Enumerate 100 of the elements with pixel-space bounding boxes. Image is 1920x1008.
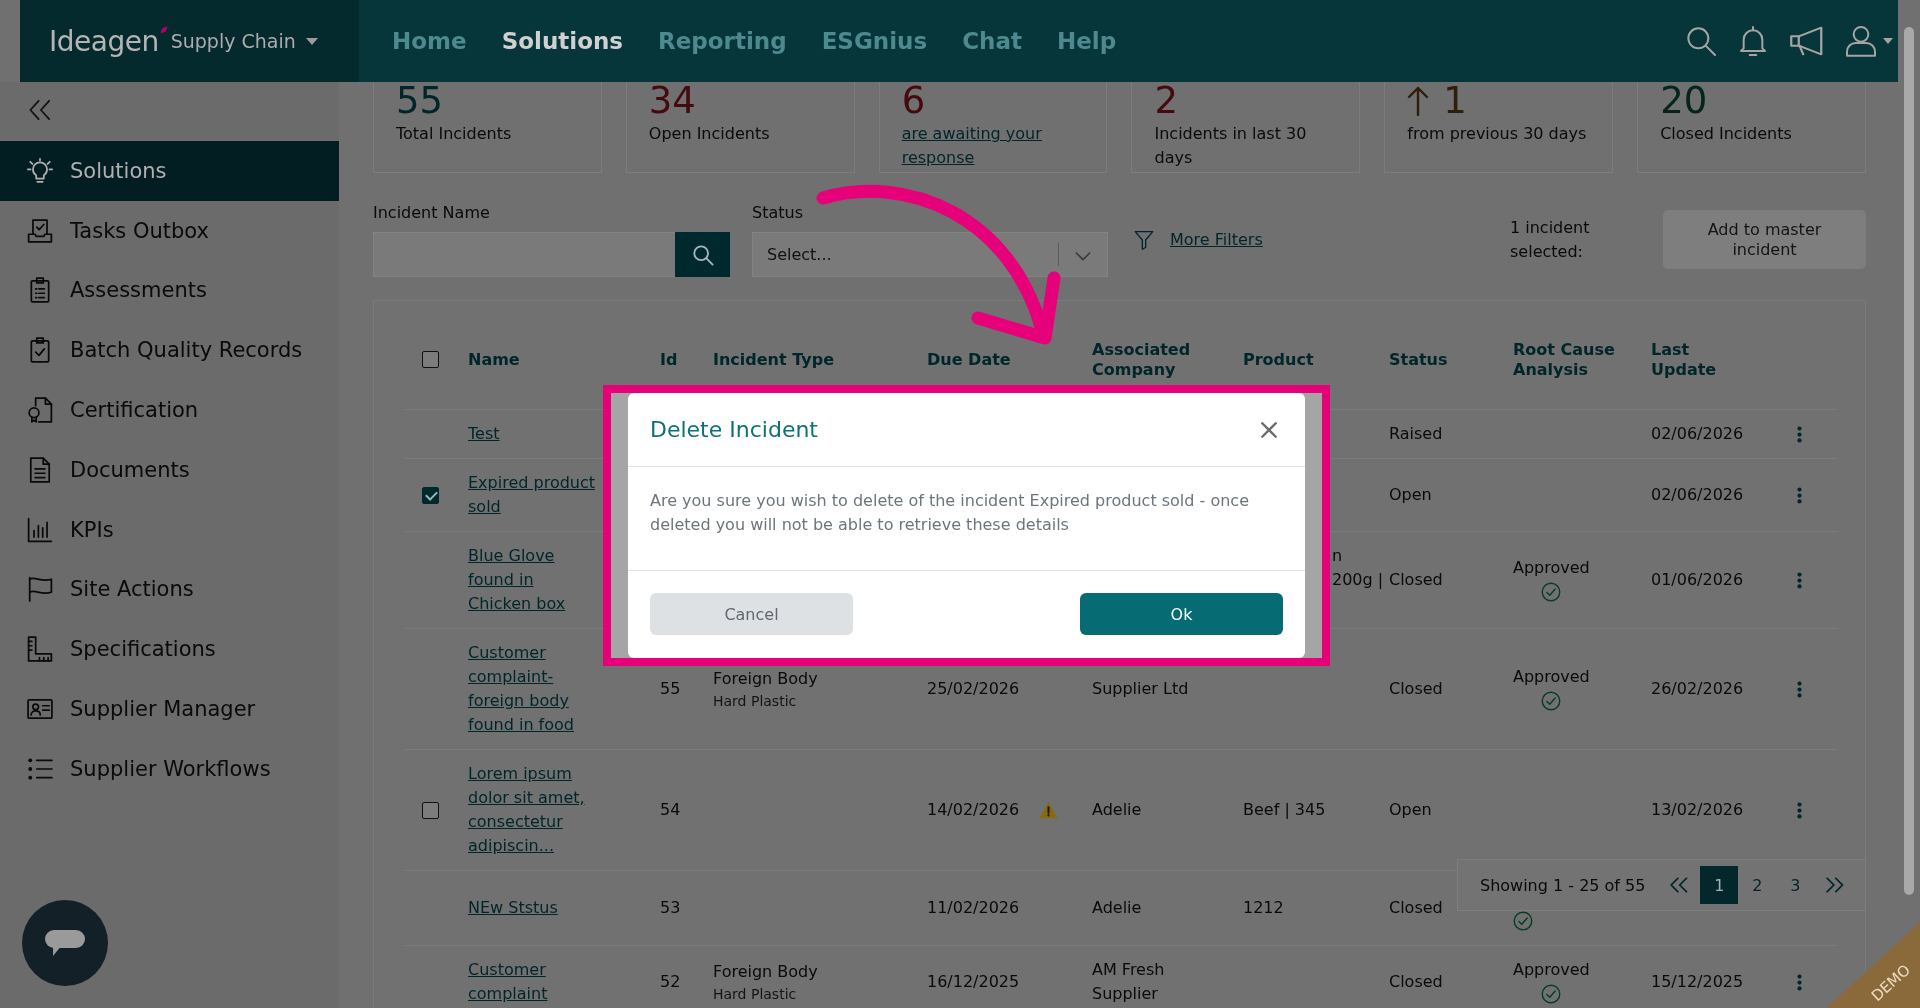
user-menu-button[interactable] — [1845, 25, 1893, 57]
sidebar-item[interactable]: Certification — [0, 380, 339, 440]
bell-icon — [1737, 25, 1769, 57]
double-chevron-left-icon[interactable] — [29, 99, 51, 121]
page-link[interactable]: 2 — [1738, 866, 1777, 904]
scrollbar-thumb[interactable] — [1904, 27, 1914, 895]
filter-icon — [1134, 229, 1154, 250]
product-text: 200g | — [1332, 569, 1384, 591]
sidebar-item[interactable]: Site Actions — [0, 559, 339, 620]
incident-status: Closed — [1389, 897, 1443, 919]
sidebar-item[interactable]: Specifications — [0, 619, 339, 680]
logo-mark-icon — [159, 26, 168, 34]
incident-id: 52 — [660, 971, 681, 993]
cancel-button[interactable]: Cancel — [650, 593, 853, 635]
rca-status: Approved — [1513, 666, 1590, 688]
page-link[interactable]: 1 — [1700, 866, 1739, 904]
checkbox[interactable] — [422, 801, 439, 819]
nav-link[interactable]: Home — [392, 28, 467, 54]
kebab-menu-icon[interactable] — [1797, 486, 1802, 504]
sidebar-item[interactable]: Documents — [0, 440, 339, 500]
nav-link[interactable]: Solutions — [501, 28, 623, 54]
add-to-master-button[interactable]: Add to master incident — [1663, 210, 1866, 269]
stat-link[interactable]: are awaiting your response — [901, 122, 1093, 170]
kebab-menu-icon[interactable] — [1797, 801, 1802, 819]
chat-bubble-icon — [45, 930, 85, 956]
sidebar-item[interactable]: Supplier Workflows — [0, 738, 339, 799]
sidebar-item[interactable]: Solutions — [0, 141, 339, 201]
sidebar-item[interactable]: Supplier Manager — [0, 679, 339, 739]
sidebar-item[interactable]: Batch Quality Records — [0, 320, 339, 381]
kebab-menu-icon[interactable] — [1797, 973, 1802, 991]
last-update-date: 15/12/2025 — [1651, 971, 1744, 993]
sidebar-item[interactable]: KPIs — [0, 499, 339, 560]
incident-status: Open — [1389, 484, 1432, 506]
column-header: Status — [1389, 349, 1448, 370]
due-date: 14/02/2026 — [927, 799, 1020, 821]
incident-type: Foreign Body — [713, 961, 818, 983]
nav-link[interactable]: Help — [1056, 28, 1117, 54]
stat-label: Total Incidents — [396, 123, 512, 145]
document-icon — [27, 456, 53, 483]
dialog-message: Are you sure you wish to delete of the incident Expired product sold - once deleted you will not be able to retrieve these details — [650, 490, 1250, 536]
search-icon — [691, 243, 714, 266]
incident-status: Closed — [1389, 678, 1443, 700]
kebab-menu-icon[interactable] — [1797, 680, 1802, 698]
sidebar-item[interactable]: Tasks Outbox — [0, 200, 339, 261]
kebab-menu-icon[interactable] — [1797, 571, 1802, 589]
close-icon[interactable] — [1260, 420, 1278, 439]
page-link[interactable]: 3 — [1776, 866, 1815, 904]
product-name: Beef | 345 — [1243, 799, 1326, 821]
last-update-date: 26/02/2026 — [1651, 678, 1744, 700]
incident-id: 54 — [660, 799, 681, 821]
stat-value: 2 — [1154, 84, 1179, 118]
nav-link[interactable]: ESGnius — [821, 28, 928, 54]
column-header: Incident Type — [713, 349, 834, 370]
stat-label: Open Incidents — [648, 123, 770, 145]
sidebar-item[interactable]: Assessments — [0, 260, 339, 321]
search-button[interactable] — [1685, 25, 1717, 57]
due-date: 11/02/2026 — [927, 897, 1020, 919]
double-chevron-right-icon[interactable] — [1826, 877, 1845, 893]
checkbox[interactable] — [422, 351, 439, 368]
column-header: Name — [468, 349, 520, 370]
search-button[interactable] — [675, 232, 730, 277]
stat-label: from previous 30 days — [1407, 123, 1587, 145]
incident-link[interactable]: Customer complaint — [468, 958, 600, 1006]
caret-icon — [1883, 38, 1893, 44]
nav-link[interactable]: Chat — [962, 28, 1022, 54]
incident-id: 55 — [660, 678, 681, 700]
incident-status: Closed — [1389, 569, 1443, 591]
list-icon — [27, 755, 53, 782]
more-filters-link[interactable]: More Filters — [1170, 230, 1263, 249]
incident-subtype: Hard Plastic — [713, 985, 797, 1004]
company-name: Adelie — [1092, 799, 1142, 821]
last-update-date: 02/06/2026 — [1651, 423, 1744, 445]
user-icon — [1845, 25, 1877, 57]
double-chevron-left-icon[interactable] — [1670, 877, 1689, 893]
incident-status: Closed — [1389, 971, 1443, 993]
column-header: Product — [1243, 349, 1314, 370]
confirm-button[interactable]: Ok — [1080, 593, 1283, 635]
product-switcher[interactable]: Supply Chain — [170, 30, 318, 52]
stat-value: 1 — [1443, 84, 1467, 118]
due-date: 16/12/2025 — [927, 971, 1020, 993]
logo: Ideagen — [49, 24, 159, 58]
incident-link[interactable]: NEw Ststus — [468, 896, 558, 920]
checkbox[interactable] — [422, 486, 439, 504]
certificate-icon — [27, 397, 53, 424]
stat-value: 6 — [901, 84, 926, 118]
incident-status: Open — [1389, 799, 1432, 821]
field-label: Incident Name — [373, 202, 490, 224]
last-update-date: 01/06/2026 — [1651, 569, 1744, 591]
kebab-menu-icon[interactable] — [1797, 425, 1802, 443]
incident-link[interactable]: Expired product sold — [468, 471, 600, 519]
incident-name-field[interactable] — [373, 232, 675, 277]
incident-link[interactable]: Lorem ipsum dolor sit amet, consectetur adipiscin... — [468, 762, 600, 858]
due-date: 25/02/2026 — [927, 678, 1020, 700]
nav-link[interactable]: Reporting — [658, 28, 787, 54]
notifications-button[interactable] — [1737, 25, 1769, 57]
incident-link[interactable]: Test — [468, 422, 500, 446]
rca-status: Approved — [1513, 959, 1590, 981]
incident-link[interactable]: Blue Glove found in Chicken box — [468, 544, 600, 616]
incident-link[interactable]: Customer complaint- foreign body found in food — [468, 641, 600, 737]
announcements-button[interactable] — [1789, 25, 1825, 57]
